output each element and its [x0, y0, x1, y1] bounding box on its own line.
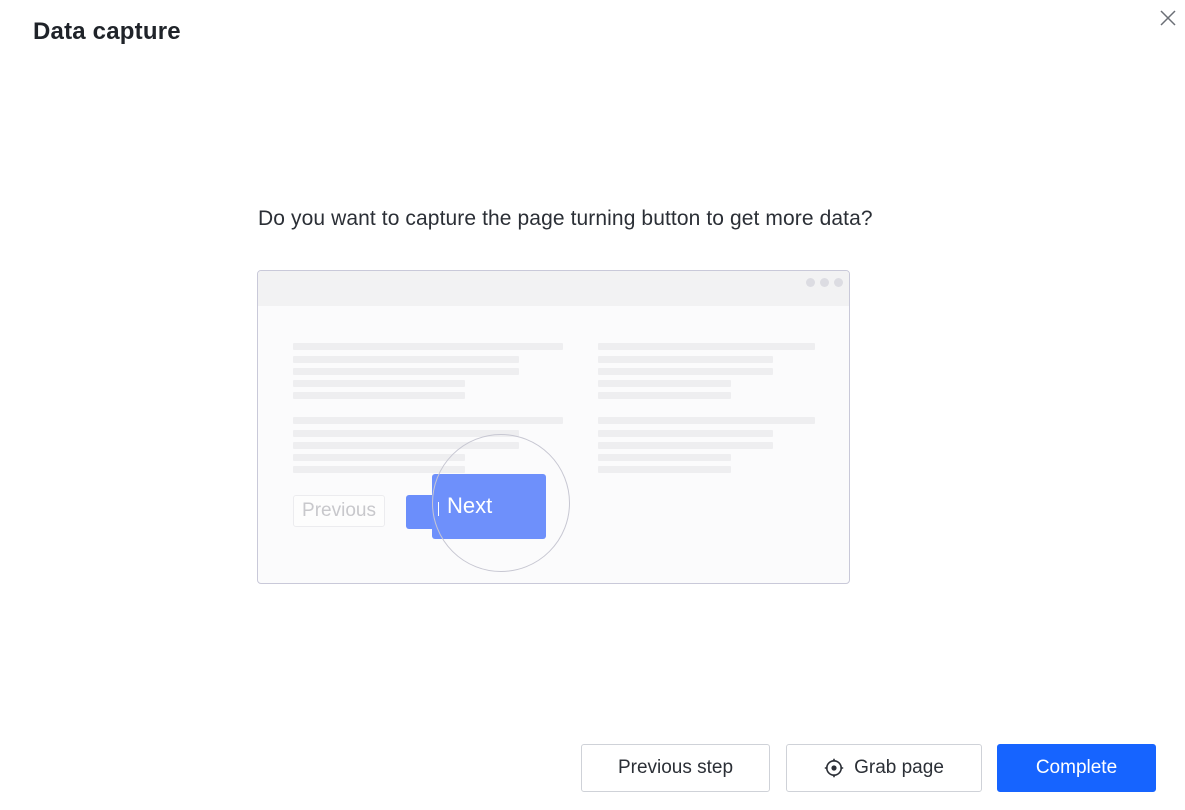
placeholder-line — [293, 380, 465, 387]
placeholder-line — [293, 392, 465, 399]
complete-button[interactable]: Complete — [997, 744, 1156, 792]
placeholder-line — [293, 368, 519, 375]
previous-step-button[interactable]: Previous step — [581, 744, 770, 792]
placeholder-line — [598, 466, 731, 473]
placeholder-line — [598, 380, 731, 387]
grab-page-button[interactable]: Grab page — [786, 744, 982, 792]
placeholder-line — [293, 417, 563, 424]
illustration-previous-button: Previous — [293, 495, 385, 527]
pagination-illustration: Previous Next — [257, 270, 850, 584]
placeholder-line — [293, 343, 563, 350]
magnifier-lens-icon — [432, 434, 570, 572]
data-capture-dialog: Data capture Do you want to capture the … — [0, 0, 1185, 810]
window-dots-icon — [806, 278, 843, 287]
placeholder-line — [598, 454, 731, 461]
placeholder-line — [293, 356, 519, 363]
placeholder-line — [598, 430, 773, 437]
illustration-window-bar — [258, 271, 849, 306]
placeholder-line — [598, 356, 773, 363]
target-icon — [824, 758, 844, 778]
dialog-title: Data capture — [33, 18, 181, 45]
grab-page-label: Grab page — [854, 757, 944, 778]
placeholder-line — [598, 442, 773, 449]
placeholder-line — [598, 343, 815, 350]
placeholder-line — [598, 417, 815, 424]
complete-label: Complete — [1035, 757, 1118, 778]
close-icon[interactable] — [1158, 8, 1178, 28]
capture-question: Do you want to capture the page turning … — [258, 207, 873, 230]
previous-step-label: Previous step — [617, 757, 734, 778]
placeholder-line — [598, 368, 773, 375]
placeholder-line — [598, 392, 731, 399]
placeholder-line — [293, 454, 465, 461]
